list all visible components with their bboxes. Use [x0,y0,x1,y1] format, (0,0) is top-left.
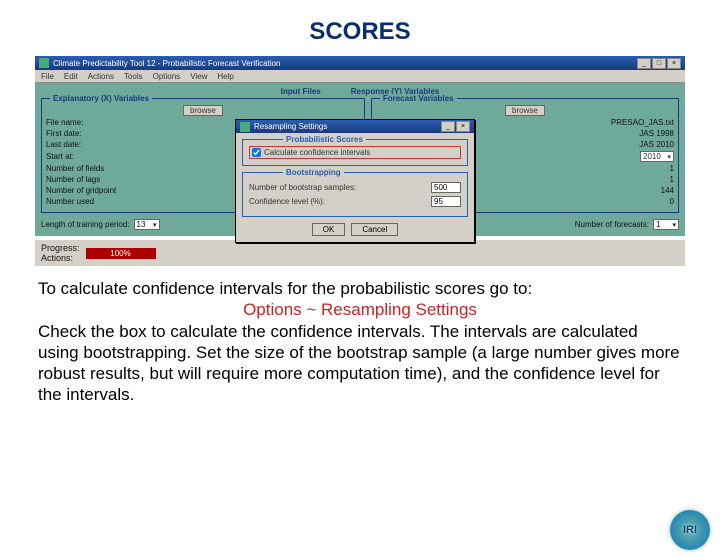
probabilistic-scores-fieldset: Probabilistic Scores Calculate confidenc… [242,139,468,166]
menu-actions[interactable]: Actions [88,72,114,81]
training-period-row: Length of training period: 13 [41,219,261,230]
bootstrap-samples-label: Number of bootstrap samples: [249,183,431,192]
r-row4-val: 1 [644,164,674,173]
status-footer: Progress: Actions: 100% [35,240,685,266]
r-row2-val: JAS 2010 [639,140,674,149]
r-row7-val: 0 [644,197,674,206]
menu-file[interactable]: File [41,72,54,81]
menu-help[interactable]: Help [217,72,233,81]
dialog-close-button[interactable]: × [456,121,470,132]
r-row1-val: JAS 1998 [639,129,674,138]
browse-button-right[interactable]: browse [505,105,545,116]
caption-path: Options ~ Resampling Settings [243,300,477,319]
forecast-panel-title: Forecast Variables [380,94,457,103]
bootstrap-samples-input[interactable] [431,182,461,193]
ok-button[interactable]: OK [312,223,346,236]
progress-label: Progress: [41,243,80,253]
resampling-settings-dialog: Resampling Settings _ × Probabilistic Sc… [235,119,475,243]
progress-bar: 100% [86,248,156,259]
menu-options[interactable]: Options [153,72,181,81]
app-screenshot: Climate Predictability Tool 12 - Probabi… [35,56,685,266]
num-forecasts-label: Number of forecasts: [575,220,649,229]
dialog-title: Resampling Settings [254,122,441,131]
window-buttons: _ □ × [637,58,681,69]
main-titlebar: Climate Predictability Tool 12 - Probabi… [35,56,685,70]
confidence-level-input[interactable] [431,196,461,207]
calc-ci-checkbox[interactable] [252,148,261,157]
slide-title: SCORES [0,18,720,46]
prob-scores-legend: Probabilistic Scores [283,135,366,144]
calc-ci-label: Calculate confidence intervals [264,148,370,157]
close-button[interactable]: × [667,58,681,69]
r-row0-val: PRESAO_JAS.txt [611,118,674,127]
num-forecasts-input[interactable]: 1 [653,219,679,230]
r-row6-val: 144 [644,186,674,195]
iri-logo: IRI [670,510,710,550]
caption-line1: To calculate confidence intervals for th… [38,279,532,298]
num-forecasts-row: Number of forecasts: 1 [519,219,679,230]
menubar: File Edit Actions Tools Options View Hel… [35,70,685,83]
training-period-label: Length of training period: [41,220,130,229]
bootstrapping-fieldset: Bootstrapping Number of bootstrap sample… [242,172,468,217]
minimize-button[interactable]: _ [637,58,651,69]
cancel-button[interactable]: Cancel [351,223,398,236]
r-row5-val: 1 [644,175,674,184]
confidence-level-label: Confidence level (%): [249,197,431,206]
r-start-dropdown[interactable]: 2010 [640,151,674,162]
caption-rest: Check the box to calculate the confidenc… [38,322,680,405]
menu-tools[interactable]: Tools [124,72,143,81]
dialog-icon [240,122,250,132]
maximize-button[interactable]: □ [652,58,666,69]
tab-input-files[interactable]: Input Files [281,87,321,96]
bootstrap-legend: Bootstrapping [283,168,344,177]
browse-button-left[interactable]: browse [183,105,223,116]
menu-view[interactable]: View [190,72,207,81]
actions-label: Actions: [41,253,80,263]
training-period-input[interactable]: 13 [134,219,160,230]
app-icon [39,58,49,68]
dialog-titlebar: Resampling Settings _ × [236,120,474,133]
caption-text: To calculate confidence intervals for th… [38,278,682,406]
menu-edit[interactable]: Edit [64,72,78,81]
calc-ci-row: Calculate confidence intervals [249,146,461,159]
dialog-minimize-button[interactable]: _ [441,121,455,132]
main-window-title: Climate Predictability Tool 12 - Probabi… [53,59,637,68]
explanatory-panel-title: Explanatory (X) Variables [50,94,152,103]
app-body: Input Files Response (Y) Variables Expla… [35,83,685,236]
